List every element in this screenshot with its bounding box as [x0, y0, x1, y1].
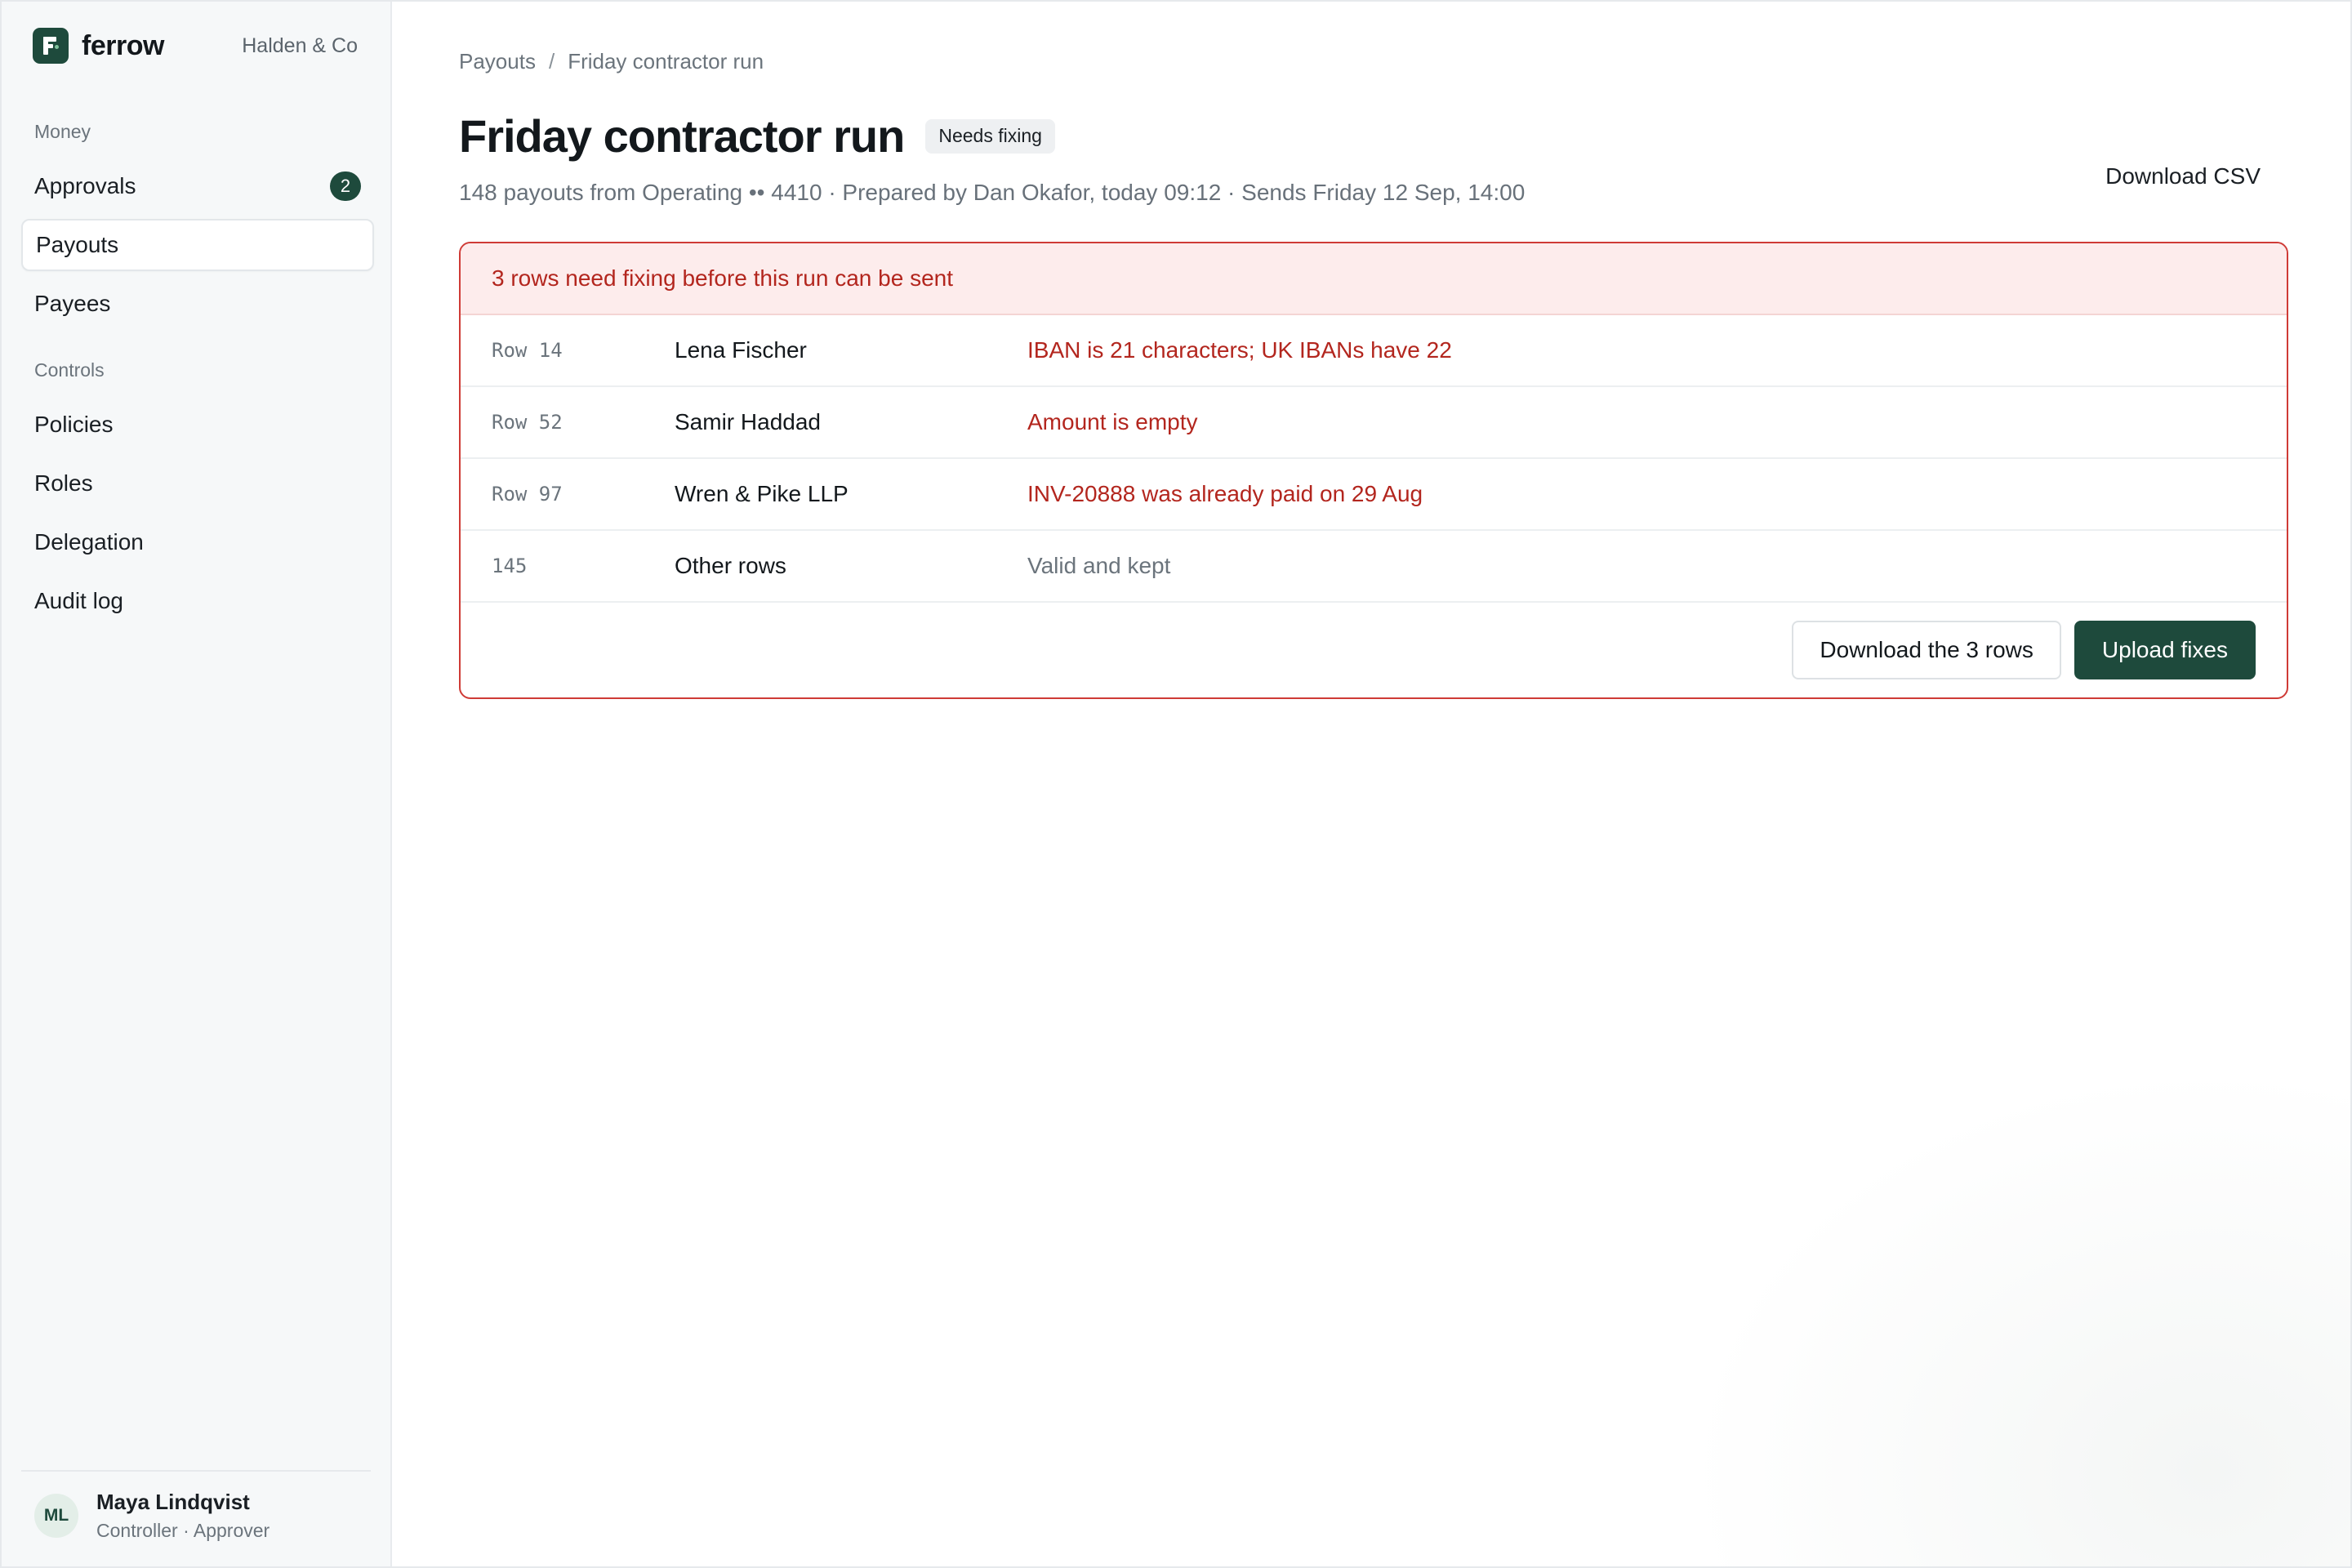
sidebar-item-payouts[interactable]: Payouts	[21, 219, 374, 271]
sidebar-item-label: Payouts	[36, 232, 119, 257]
row-status: Valid and kept	[1027, 553, 1171, 578]
payee-name: Lena Fischer	[675, 337, 807, 363]
payee-name: Samir Haddad	[675, 409, 821, 434]
ferrow-logo-icon	[33, 28, 69, 64]
payee-name: Wren & Pike LLP	[675, 481, 849, 506]
main-content: Payouts / Friday contractor run Friday c…	[392, 2, 2350, 1566]
sidebar-item-delegation[interactable]: Delegation	[21, 516, 374, 568]
table-row: Row 97 Wren & Pike LLP INV-20888 was alr…	[461, 459, 2287, 531]
sidebar-item-approvals[interactable]: Approvals 2	[21, 160, 374, 212]
sidebar-item-payees[interactable]: Payees	[21, 278, 374, 330]
error-banner: 3 rows need fixing before this run can b…	[461, 243, 2287, 315]
sidebar-item-label: Approvals	[34, 173, 136, 198]
row-number: Row 14	[492, 339, 563, 362]
validation-errors-card: 3 rows need fixing before this run can b…	[459, 242, 2288, 699]
user-profile[interactable]: ML Maya Lindqvist Controller · Approver	[34, 1490, 270, 1542]
brand-name: ferrow	[82, 29, 164, 61]
sidebar-item-label: Payees	[34, 291, 111, 316]
table-row: Row 14 Lena Fischer IBAN is 21 character…	[461, 315, 2287, 387]
sidebar-item-label: Delegation	[34, 529, 144, 555]
app-window: ferrow Halden & Co Money Approvals 2 Pay…	[0, 0, 2352, 1568]
status-badge: Needs fixing	[925, 118, 1055, 154]
row-number: Row 52	[492, 411, 563, 434]
card-actions: Download the 3 rows Upload fixes	[1792, 621, 2256, 679]
table-row: Row 52 Samir Haddad Amount is empty	[461, 387, 2287, 459]
user-role: Controller · Approver	[96, 1520, 270, 1541]
sidebar-item-roles[interactable]: Roles	[21, 457, 374, 510]
breadcrumb: Payouts / Friday contractor run	[459, 49, 764, 74]
row-count: 145	[492, 555, 528, 577]
row-issue: Amount is empty	[1027, 409, 1198, 434]
row-issue: INV-20888 was already paid on 29 Aug	[1027, 481, 1423, 506]
sidebar: ferrow Halden & Co Money Approvals 2 Pay…	[2, 2, 392, 1566]
payee-name: Other rows	[675, 553, 786, 578]
download-csv-button[interactable]: Download CSV	[2105, 163, 2261, 189]
avatar: ML	[34, 1494, 78, 1538]
nav-section-money: Money	[34, 121, 91, 142]
table-row: 145 Other rows Valid and kept	[461, 531, 2287, 603]
approvals-count-badge: 2	[330, 172, 361, 201]
sidebar-item-label: Audit log	[34, 588, 123, 613]
breadcrumb-link-payouts[interactable]: Payouts	[459, 49, 536, 74]
sidebar-item-label: Roles	[34, 470, 93, 496]
upload-fixes-button[interactable]: Upload fixes	[2074, 621, 2256, 679]
org-switcher[interactable]: Halden & Co	[242, 34, 358, 58]
brand[interactable]: ferrow	[33, 28, 164, 64]
page-title: Friday contractor run	[459, 110, 905, 162]
run-summary: 148 payouts from Operating •• 4410 · Pre…	[459, 180, 1526, 205]
title-row: Friday contractor run Needs fixing	[459, 109, 1055, 163]
sidebar-item-policies[interactable]: Policies	[21, 399, 374, 451]
breadcrumb-separator: /	[548, 49, 555, 74]
breadcrumb-current: Friday contractor run	[568, 49, 764, 74]
row-number: Row 97	[492, 483, 563, 506]
divider	[21, 1470, 371, 1472]
user-name: Maya Lindqvist	[96, 1490, 250, 1514]
sidebar-item-audit-log[interactable]: Audit log	[21, 575, 374, 627]
download-invalid-rows-button[interactable]: Download the 3 rows	[1792, 621, 2061, 679]
sidebar-item-label: Policies	[34, 412, 114, 437]
row-issue: IBAN is 21 characters; UK IBANs have 22	[1027, 337, 1452, 363]
nav-section-controls: Controls	[34, 359, 105, 381]
